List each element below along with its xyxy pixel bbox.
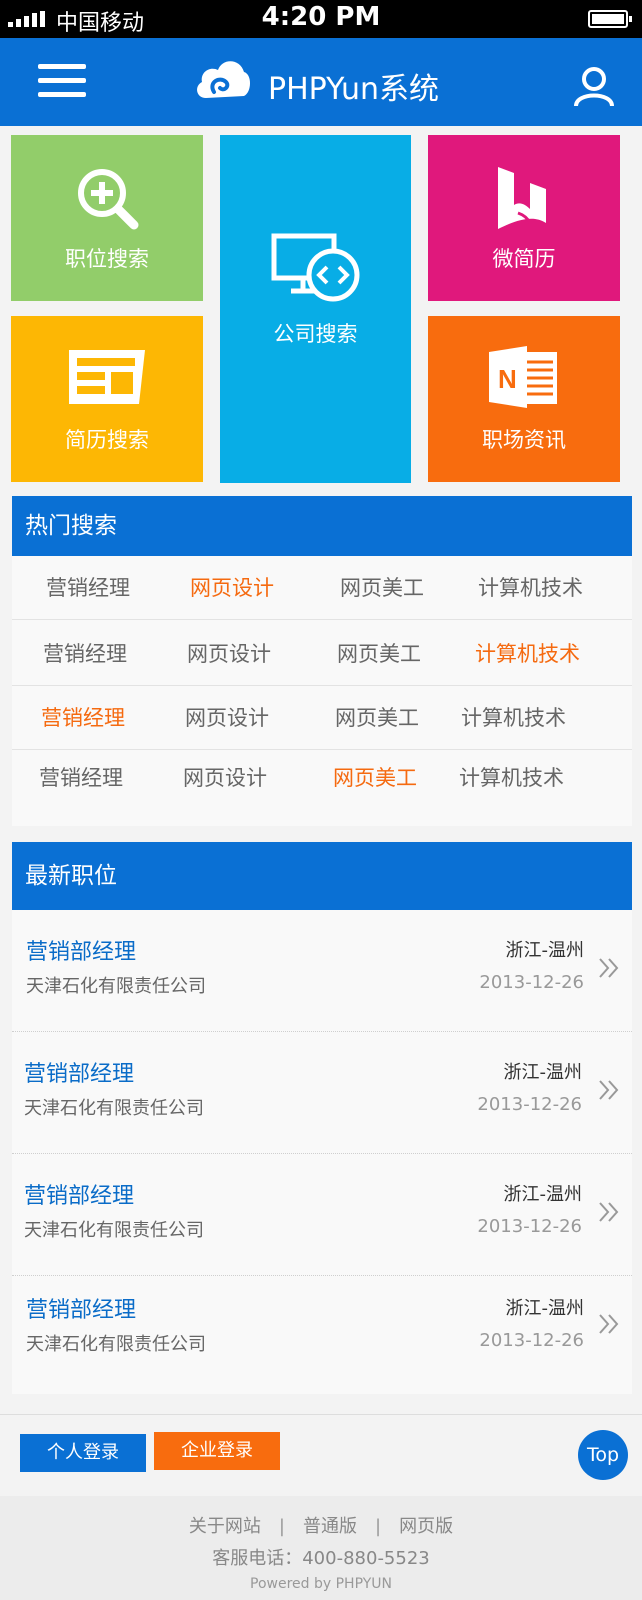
brand-title: PHPYun系统	[268, 72, 439, 107]
tile-label: 微简历	[492, 247, 556, 271]
status-bar: 中国移动 4:20 PM	[0, 0, 642, 38]
hot-search-header: 热门搜索	[12, 496, 632, 556]
hot-search-title: 热门搜索	[25, 513, 117, 539]
hot-keyword[interactable]: 计算机技术	[459, 750, 564, 806]
job-item[interactable]: 营销部经理 天津石化有限责任公司 浙江-温州 2013-12-26	[12, 910, 632, 1032]
hot-search-list: 营销经理 网页设计 网页美工 计算机技术 营销经理 网页设计 网页美工 计算机技…	[12, 556, 632, 826]
latest-jobs-list: 营销部经理 天津石化有限责任公司 浙江-温州 2013-12-26 营销部经理 …	[12, 910, 632, 1394]
remote-desktop-icon	[271, 233, 359, 302]
hot-keyword[interactable]: 营销经理	[41, 686, 125, 750]
tile-resume-search[interactable]: 简历搜索	[11, 316, 203, 482]
powered-by: Powered by PHPYUN	[250, 1576, 392, 1592]
tile-company-search[interactable]: 公司搜索	[220, 135, 411, 483]
footer: 关于网站 | 普通版 | 网页版 客服电话：400-880-5523 Powered b…	[0, 1496, 642, 1600]
app-header: PHPYun系统	[0, 38, 642, 126]
job-location: 浙江-温州	[505, 940, 585, 961]
onenote-icon: N	[489, 346, 557, 408]
service-phone: 客服电话：400-880-5523	[212, 1548, 430, 1569]
battery-icon	[588, 10, 632, 28]
double-chevron-right-icon	[599, 1080, 619, 1100]
job-date: 2013-12-26	[479, 972, 584, 993]
resume-book-icon	[498, 167, 546, 229]
job-location: 浙江-温州	[503, 1184, 583, 1205]
hot-keyword[interactable]: 网页设计	[190, 556, 274, 620]
job-location: 浙江-温州	[505, 1298, 585, 1319]
job-company: 天津石化有限责任公司	[24, 1220, 204, 1241]
footer-separator: |	[375, 1516, 382, 1537]
job-item[interactable]: 营销部经理 天津石化有限责任公司 浙江-温州 2013-12-26	[12, 1032, 632, 1154]
status-time: 4:20 PM	[261, 2, 381, 32]
hot-keyword[interactable]: 网页设计	[185, 686, 269, 750]
search-plus-icon	[78, 169, 139, 230]
svg-text:N: N	[498, 364, 517, 394]
job-company: 天津石化有限责任公司	[26, 1334, 206, 1355]
job-title[interactable]: 营销部经理	[26, 1292, 136, 1324]
hot-keyword[interactable]: 网页设计	[187, 622, 271, 686]
job-title[interactable]: 营销部经理	[24, 1056, 134, 1088]
personal-login-button[interactable]: 个人登录	[20, 1434, 146, 1472]
hot-keyword[interactable]: 营销经理	[43, 622, 127, 686]
tile-job-search[interactable]: 职位搜索	[11, 135, 203, 301]
job-date: 2013-12-26	[477, 1094, 582, 1115]
hot-row: 营销经理 网页设计 网页美工 计算机技术	[12, 556, 632, 620]
latest-jobs-title: 最新职位	[25, 863, 117, 889]
hot-keyword[interactable]: 营销经理	[39, 750, 123, 806]
job-title[interactable]: 营销部经理	[24, 1178, 134, 1210]
cloud-logo-icon	[197, 61, 250, 98]
job-company: 天津石化有限责任公司	[26, 976, 206, 997]
user-button[interactable]	[572, 64, 616, 108]
hot-row: 营销经理 网页设计 网页美工 计算机技术	[12, 622, 632, 686]
tile-label: 公司搜索	[273, 322, 358, 346]
job-title[interactable]: 营销部经理	[26, 934, 136, 966]
job-date: 2013-12-26	[477, 1216, 582, 1237]
job-item[interactable]: 营销部经理 天津石化有限责任公司 浙江-温州 2013-12-26	[12, 1154, 632, 1276]
hot-row: 营销经理 网页设计 网页美工 计算机技术	[12, 750, 632, 810]
tile-label: 职位搜索	[65, 247, 149, 271]
hot-keyword[interactable]: 计算机技术	[475, 622, 580, 686]
job-company: 天津石化有限责任公司	[24, 1098, 204, 1119]
hot-keyword[interactable]: 网页美工	[333, 750, 417, 806]
company-login-button[interactable]: 企业登录	[154, 1432, 280, 1470]
job-location: 浙江-温州	[503, 1062, 583, 1083]
back-to-top-button[interactable]: Top	[578, 1430, 628, 1480]
tile-label: 简历搜索	[65, 428, 149, 452]
tile-career-news[interactable]: N 职场资讯	[428, 316, 620, 482]
tile-label: 职场资讯	[482, 428, 566, 452]
double-chevron-right-icon	[599, 958, 619, 978]
hot-keyword[interactable]: 计算机技术	[461, 686, 566, 750]
footer-link-standard[interactable]: 普通版	[303, 1516, 357, 1537]
menu-button[interactable]	[38, 62, 86, 100]
footer-links: 关于网站 | 普通版 | 网页版	[0, 1512, 642, 1538]
footer-link-web[interactable]: 网页版	[399, 1516, 453, 1537]
hot-keyword[interactable]: 网页美工	[335, 686, 419, 750]
hot-keyword[interactable]: 网页美工	[337, 622, 421, 686]
hot-keyword[interactable]: 网页设计	[183, 750, 267, 806]
double-chevron-right-icon	[599, 1314, 619, 1334]
hot-keyword[interactable]: 网页美工	[340, 556, 424, 620]
tile-micro-resume[interactable]: 微简历	[428, 135, 620, 301]
latest-jobs-header: 最新职位	[12, 842, 632, 910]
job-item[interactable]: 营销部经理 天津石化有限责任公司 浙江-温州 2013-12-26	[12, 1276, 632, 1398]
hot-keyword[interactable]: 计算机技术	[478, 556, 583, 620]
user-icon	[574, 67, 614, 107]
divider	[0, 1414, 642, 1415]
double-chevron-right-icon	[599, 1202, 619, 1222]
hot-keyword[interactable]: 营销经理	[46, 556, 130, 620]
footer-separator: |	[278, 1516, 285, 1537]
newspaper-icon	[69, 350, 145, 404]
hot-row: 营销经理 网页设计 网页美工 计算机技术	[12, 686, 632, 750]
footer-link-about[interactable]: 关于网站	[189, 1516, 261, 1537]
job-date: 2013-12-26	[479, 1330, 584, 1351]
